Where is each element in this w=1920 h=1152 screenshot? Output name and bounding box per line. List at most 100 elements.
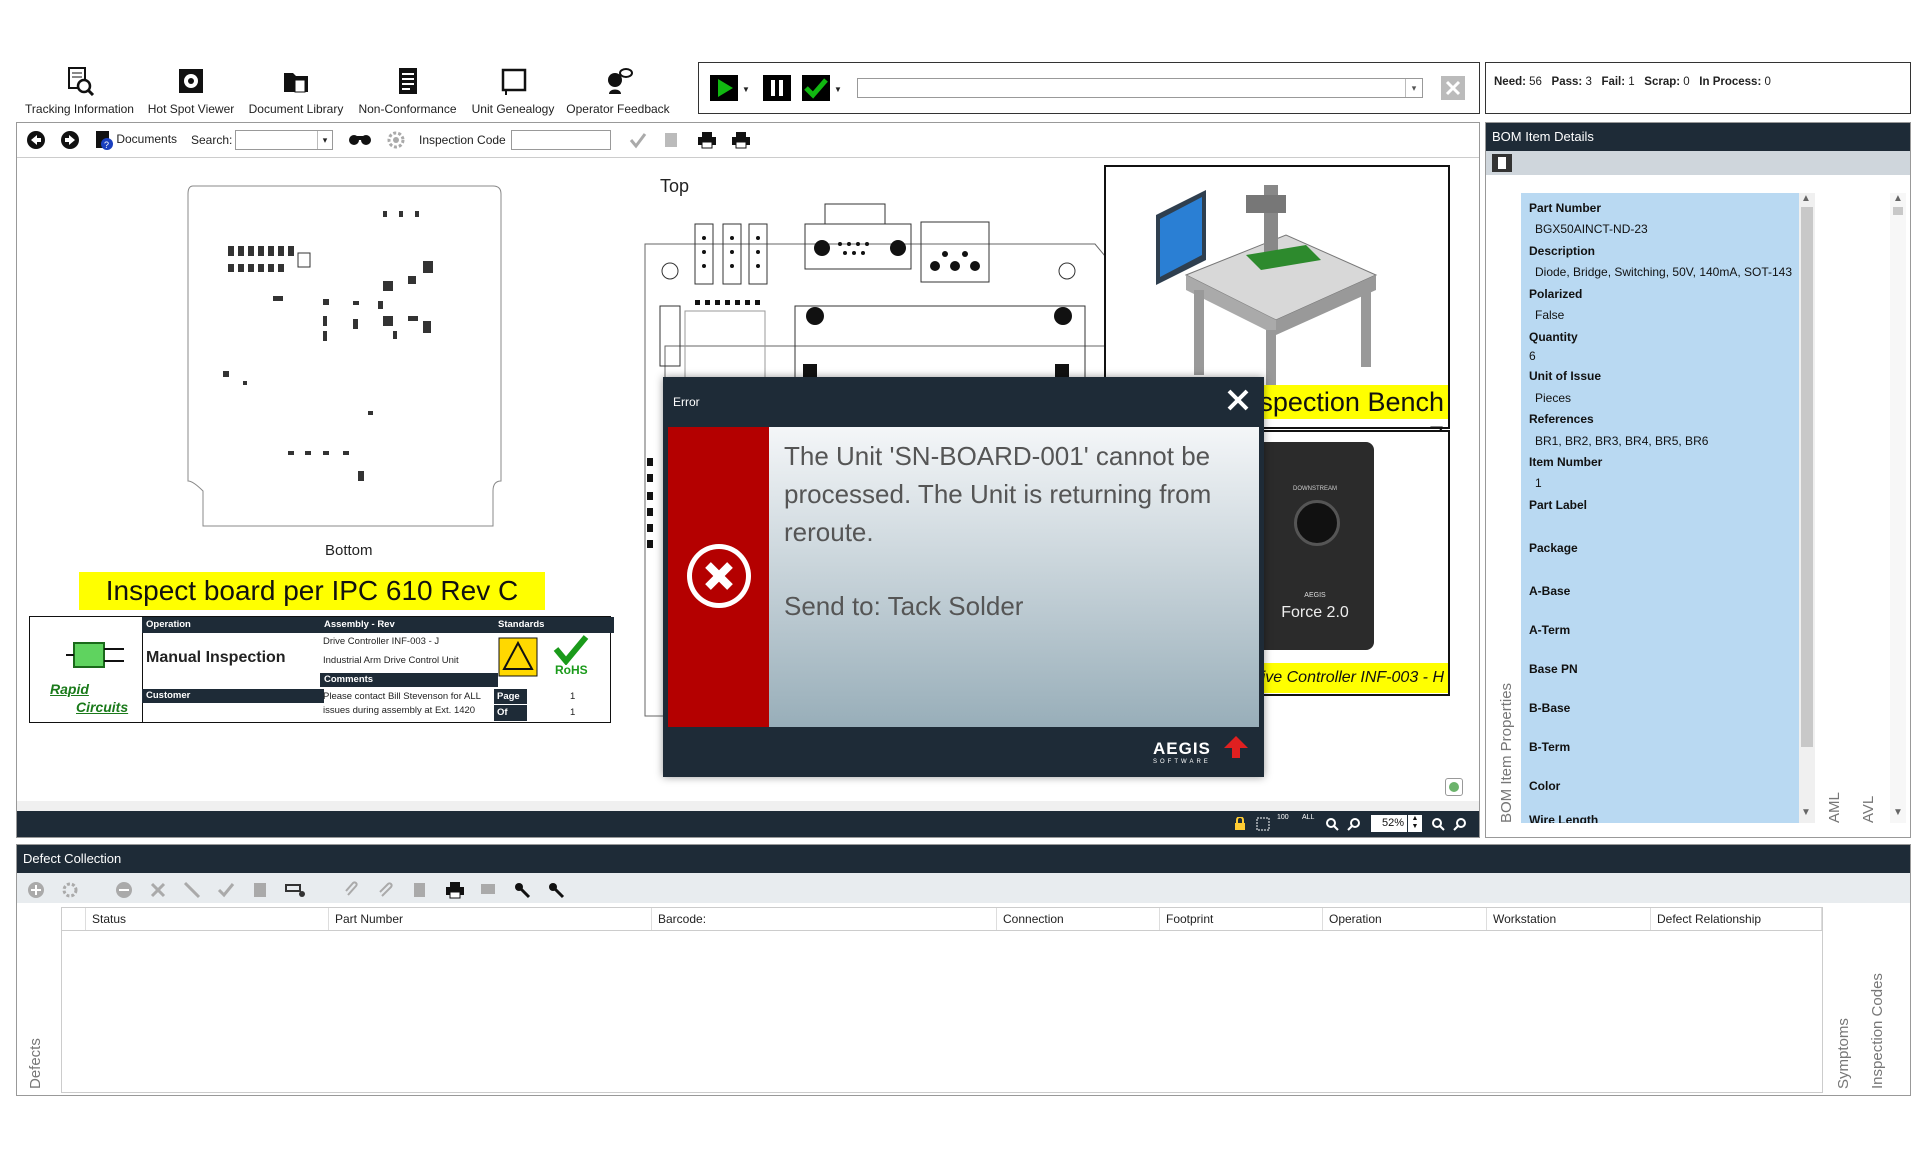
bom-outer-scroll-thumb[interactable] [1893,207,1903,215]
standards-label: Standards [494,617,614,633]
document-library-button[interactable]: Document Library [246,66,346,116]
column-header-defect-relationship[interactable]: Defect Relationship [1651,908,1822,930]
zoom-stepper[interactable]: ▲ ▼ [1408,815,1422,832]
gear-icon[interactable] [61,881,79,899]
edit-icon[interactable] [251,881,269,899]
bom-field-value: Pieces [1535,391,1572,405]
back-button[interactable] [27,131,45,152]
clear-button[interactable] [1441,76,1465,100]
aegis-logo-mark [1224,736,1248,758]
column-header-part-number[interactable]: Part Number [329,908,652,930]
fail-value: 1 [1628,76,1635,88]
delete-icon[interactable] [149,881,167,899]
pan-button[interactable] [1325,817,1339,836]
add-defect-icon[interactable] [27,881,45,899]
zoom-input[interactable]: 52% [1371,815,1407,832]
defect-collection-header: Defect Collection [17,845,1910,873]
tracking-information-button[interactable]: Tracking Information [22,66,137,116]
stamp-button[interactable] [663,131,679,152]
zoom-all-button[interactable]: ALL [1302,814,1314,821]
barcode-dropdown-icon[interactable]: ▾ [1405,79,1422,97]
column-header-footprint[interactable]: Footprint [1160,908,1323,930]
company-logo: Rapid Circuits [30,617,143,722]
column-header-connection[interactable]: Connection [997,908,1160,930]
page-label: Page [494,689,527,704]
remove-defect-icon[interactable] [115,881,133,899]
zoom-out-icon [1347,818,1360,831]
repair-icon[interactable] [183,881,201,899]
search-select[interactable]: ▾ [235,130,333,150]
bom-scroll-thumb[interactable] [1801,207,1813,747]
settings-button[interactable] [387,131,405,152]
wrench-icon[interactable] [513,881,531,899]
column-header-barcode[interactable]: Barcode: [652,908,997,930]
inspection-codes-tab[interactable]: Inspection Codes [1869,973,1886,1089]
zoom-in-more-button[interactable] [1453,817,1467,836]
device-body: DOWNSTREAM AEGIS Force 2.0 [1256,442,1374,650]
unit-genealogy-button[interactable]: Unit Genealogy [468,66,558,116]
non-conformance-button[interactable]: Non-Conformance [355,66,460,116]
search-dropdown-icon[interactable]: ▾ [317,131,332,149]
hot-spot-viewer-button[interactable]: Hot Spot Viewer [145,66,237,116]
bom-copy-button[interactable] [1492,154,1512,172]
column-header-workstation[interactable]: Workstation [1487,908,1651,930]
printer-icon[interactable] [445,881,465,899]
chip-icon [66,642,124,668]
non-conformance-label: Non-Conformance [358,102,457,116]
binoculars-button[interactable] [349,132,371,149]
print-button[interactable] [697,131,717,152]
scroll-up-icon[interactable]: ▲ [1893,193,1903,204]
lock-button[interactable] [1233,816,1247,831]
forward-button[interactable] [61,131,79,152]
bom-field-label: Unit of Issue [1529,369,1602,383]
column-header-status[interactable]: Status [86,908,329,930]
play-dropdown-icon[interactable]: ▼ [742,85,750,94]
zoom-100-button[interactable]: 100 [1277,814,1289,821]
bom-properties-tab[interactable]: BOM Item Properties [1498,683,1515,823]
operator-feedback-button[interactable]: Operator Feedback [563,66,673,116]
pause-icon [771,80,783,96]
zoom-out-button[interactable] [1347,817,1361,836]
complete-button[interactable] [802,75,830,101]
printer-icon [698,132,716,149]
scroll-up-icon[interactable]: ▲ [1801,193,1811,204]
dialog-close-button[interactable] [1223,385,1253,415]
inspection-code-label: Inspection Code [419,133,506,147]
avl-tab[interactable]: AVL [1860,796,1877,823]
screen-icon[interactable] [479,881,497,899]
bom-field-value: False [1535,308,1565,322]
paperclip-icon[interactable] [377,881,395,899]
symptoms-tab[interactable]: Symptoms [1835,1018,1852,1089]
document-icon[interactable] [411,881,429,899]
scroll-down-icon[interactable]: ▼ [1801,807,1811,818]
close-icon [1227,389,1249,411]
approve-button[interactable] [629,131,647,152]
zoom-in-button[interactable] [1431,817,1445,836]
aml-tab[interactable]: AML [1826,792,1843,823]
link-icon[interactable] [285,881,307,899]
print-all-button[interactable] [731,131,751,152]
barcode-input[interactable]: ▾ [857,78,1423,98]
bom-scrollbar[interactable]: ▲ ▼ [1799,193,1815,823]
defects-tab[interactable]: Defects [27,1038,44,1089]
attachment-icon[interactable] [343,881,361,899]
fail-label: Fail: [1601,76,1626,88]
pause-button[interactable] [763,75,791,101]
zoom-fit-icon [1256,817,1270,831]
defect-table-header: Status Part Number Barcode: Connection F… [62,908,1822,931]
complete-dropdown-icon[interactable]: ▼ [834,85,842,94]
check-icon[interactable] [217,881,235,899]
viewer-horizontal-scrollbar[interactable] [17,801,1479,811]
zoom-fit-button[interactable] [1255,816,1271,832]
inspection-code-input[interactable] [511,130,611,150]
scroll-down-icon[interactable]: ▼ [1893,807,1903,818]
folder-icon [284,73,308,93]
column-header-operation[interactable]: Operation [1323,908,1487,930]
play-button[interactable] [710,75,738,101]
wrench-remove-icon[interactable] [547,881,565,899]
documents-button[interactable]: ? Documents [95,130,177,150]
viewer-refresh-button[interactable] [1445,778,1463,796]
bom-field-label: Color [1529,779,1561,793]
check-icon [629,133,647,149]
bom-outer-scrollbar[interactable]: ▲ ▼ [1890,193,1906,823]
